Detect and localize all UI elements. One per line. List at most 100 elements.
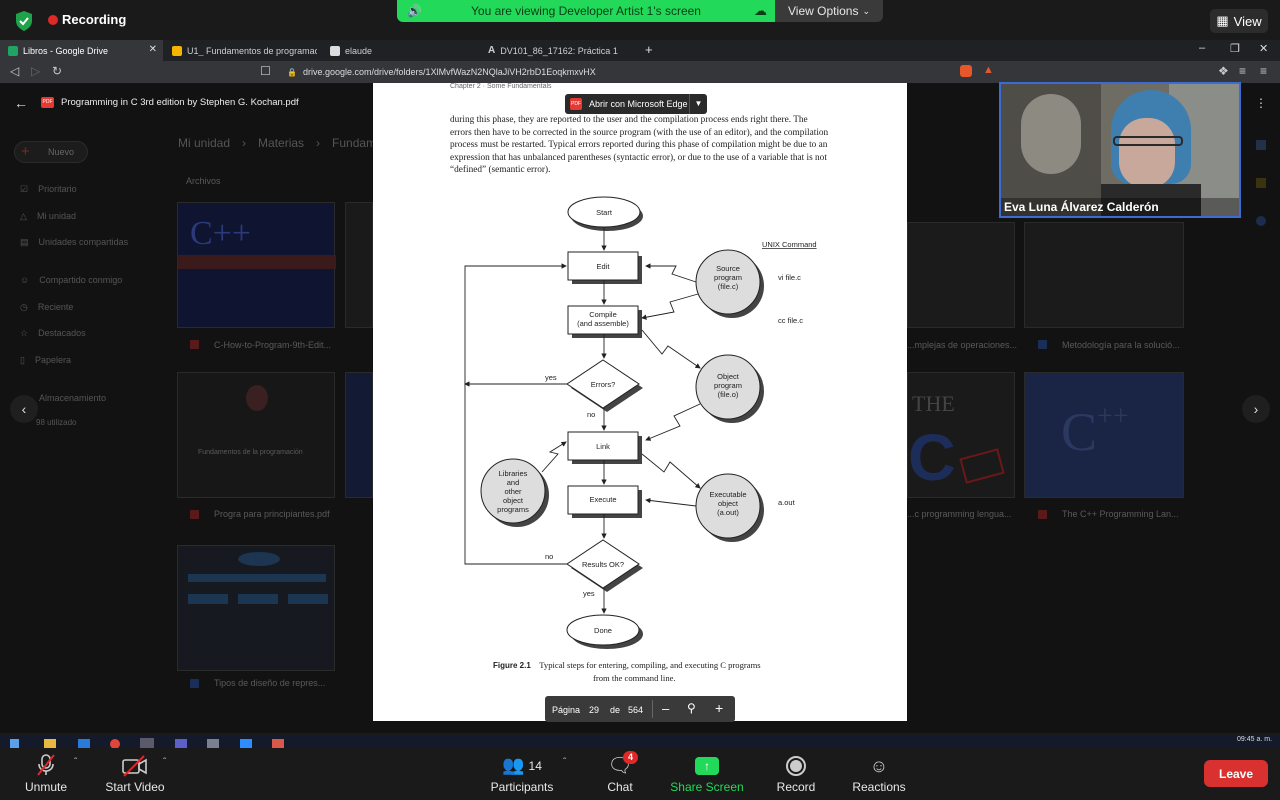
next-file-icon[interactable]: ›	[1242, 395, 1270, 423]
teams-icon[interactable]	[175, 739, 187, 748]
new-tab-icon[interactable]: +	[645, 42, 653, 57]
video-off-icon	[122, 755, 147, 777]
participants-button[interactable]: 👥 14 Participants	[484, 748, 560, 800]
breadcrumb-item[interactable]: Mi unidad	[178, 136, 230, 150]
explorer-icon[interactable]	[44, 739, 56, 748]
record-button[interactable]: Record	[768, 748, 824, 800]
minimize-icon[interactable]: –	[1199, 42, 1205, 54]
clock-icon: ◷	[20, 302, 28, 312]
tab-elaude[interactable]: elaude	[322, 40, 480, 61]
playlist-icon[interactable]: ≡	[1239, 64, 1246, 78]
file-thumbnail[interactable]	[907, 222, 1015, 328]
forward-icon[interactable]: ▷	[31, 64, 40, 78]
compile-label-2: (and assemble)	[577, 319, 629, 328]
sidebar-item-compartido[interactable]: ☺ Compartido conmigo	[20, 275, 122, 285]
close-icon[interactable]: ✕	[149, 44, 157, 55]
new-button[interactable]: + Nuevo	[14, 141, 88, 163]
sidebar-item-destacados[interactable]: ☆ Destacados	[20, 328, 86, 339]
maximize-icon[interactable]: ❐	[1230, 42, 1240, 55]
back-arrow-icon[interactable]: ←	[14, 95, 28, 111]
app-icon[interactable]	[78, 739, 90, 748]
brave-rewards-icon[interactable]: ▲	[983, 64, 994, 76]
tab-libros-drive[interactable]: Libros - Google Drive ✕	[0, 40, 163, 61]
brave-shield-icon[interactable]	[960, 65, 972, 77]
libraries-label: and	[507, 478, 520, 487]
tab-fundamentos[interactable]: U1_ Fundamentos de programación.p	[164, 40, 322, 61]
sidebar-item-mi-unidad[interactable]: △ Mi unidad	[20, 211, 76, 222]
view-button[interactable]: ▦ View	[1210, 9, 1268, 33]
app-icon[interactable]	[272, 739, 284, 748]
unmute-button[interactable]: Unmute	[14, 748, 78, 800]
sidebar-item-unidades[interactable]: ▤ Unidades compartidas	[20, 237, 128, 248]
file-name[interactable]: Metodología para la solució...	[1062, 340, 1180, 350]
dropdown-icon[interactable]: ▼	[689, 94, 707, 114]
keep-icon[interactable]	[1256, 178, 1266, 188]
speaker-icon[interactable]: 🔊	[407, 4, 422, 18]
share-screen-button[interactable]: ↑ Share Screen	[666, 748, 748, 800]
chat-badge: 4	[623, 751, 638, 764]
start-video-label: Start Video	[105, 780, 165, 794]
view-options-button[interactable]: View Options ⌄	[775, 0, 883, 22]
leave-button[interactable]: Leave	[1204, 760, 1268, 787]
participant-video[interactable]	[999, 82, 1241, 218]
thumb-seal	[246, 385, 268, 411]
open-with-label: Abrir con Microsoft Edge	[589, 99, 688, 109]
back-icon[interactable]: ◁	[10, 64, 19, 78]
start-video-button[interactable]: Start Video	[98, 748, 172, 800]
thumb-decoration	[959, 448, 1005, 484]
thumb-shape	[238, 552, 280, 566]
extensions-icon[interactable]: ❖	[1218, 64, 1229, 78]
zoom-app-icon[interactable]	[240, 739, 252, 748]
open-with-edge-button[interactable]: PDF Abrir con Microsoft Edge ▼	[565, 94, 707, 114]
slides-favicon-icon	[172, 45, 182, 56]
sidebar-item-prioritario[interactable]: ☑ Prioritario	[20, 184, 77, 195]
prev-file-icon[interactable]: ‹	[10, 395, 38, 423]
breadcrumb-item[interactable]: Materias	[258, 136, 304, 150]
more-vert-icon[interactable]: ⋮	[1255, 96, 1267, 110]
zoom-in-icon[interactable]: +	[715, 700, 723, 716]
page-current[interactable]: 29	[589, 705, 599, 715]
windows-start-icon[interactable]	[10, 739, 19, 748]
file-thumbnail[interactable]: Fundamentos de la programación	[177, 372, 335, 498]
file-name[interactable]: Progra para principiantes.pdf	[214, 509, 330, 519]
section-label: Archivos	[186, 176, 221, 186]
close-window-icon[interactable]: ✕	[1259, 42, 1268, 55]
file-thumbnail[interactable]: C++	[1024, 372, 1184, 498]
shield-icon[interactable]	[14, 10, 34, 32]
chevron-up-icon[interactable]: ˆ	[563, 757, 566, 768]
sidebar-item-papelera[interactable]: ▯ Papelera	[20, 355, 71, 366]
file-thumbnail[interactable]	[345, 372, 373, 498]
zoom-icon[interactable]: ⚲	[687, 701, 696, 715]
zoom-out-icon[interactable]: –	[662, 701, 669, 716]
file-name[interactable]: ...c programming lengua...	[907, 509, 1012, 519]
file-name[interactable]: The C++ Programming Lan...	[1062, 509, 1179, 519]
breadcrumb-item[interactable]: Fundam	[332, 136, 376, 150]
reload-icon[interactable]: ↻	[52, 64, 62, 78]
tasks-icon[interactable]	[1256, 216, 1266, 226]
chevron-up-icon[interactable]: ˆ	[74, 757, 77, 768]
file-name[interactable]: ...mplejas de operaciones...	[907, 340, 1017, 350]
chat-label: Chat	[607, 780, 633, 794]
file-thumbnail[interactable]: C++	[177, 202, 336, 328]
file-thumbnail[interactable]	[1024, 222, 1184, 328]
file-name[interactable]: C-How-to-Program-9th-Edit...	[214, 340, 331, 350]
bookmark-icon[interactable]: ☐	[260, 64, 271, 78]
file-thumbnail[interactable]	[345, 202, 373, 328]
thumb-decoration: C++	[1061, 401, 1129, 462]
menu-icon[interactable]: ≡	[1260, 64, 1267, 78]
view-options-label: View Options	[787, 4, 859, 18]
page-favicon-icon	[330, 45, 340, 56]
url-field[interactable]: 🔒 drive.google.com/drive/folders/1XlMvfW…	[285, 63, 955, 81]
file-thumbnail[interactable]: THE C	[907, 372, 1015, 498]
tab-practica[interactable]: A DV101_86_17162: Práctica 1	[480, 40, 640, 61]
sidebar-item-reciente[interactable]: ◷ Reciente	[20, 302, 73, 313]
chevron-up-icon[interactable]: ˆ	[163, 757, 166, 768]
people-icon: 👥	[502, 755, 525, 775]
calendar-icon[interactable]	[1256, 140, 1266, 150]
app-icon[interactable]	[207, 739, 219, 748]
file-thumbnail[interactable]	[177, 545, 335, 671]
smile-plus-icon: ☺	[869, 756, 889, 776]
file-name[interactable]: Tipos de diseño de repres...	[214, 678, 325, 688]
thumb-shape	[288, 594, 328, 604]
reactions-button[interactable]: ☺ Reactions	[846, 748, 912, 800]
